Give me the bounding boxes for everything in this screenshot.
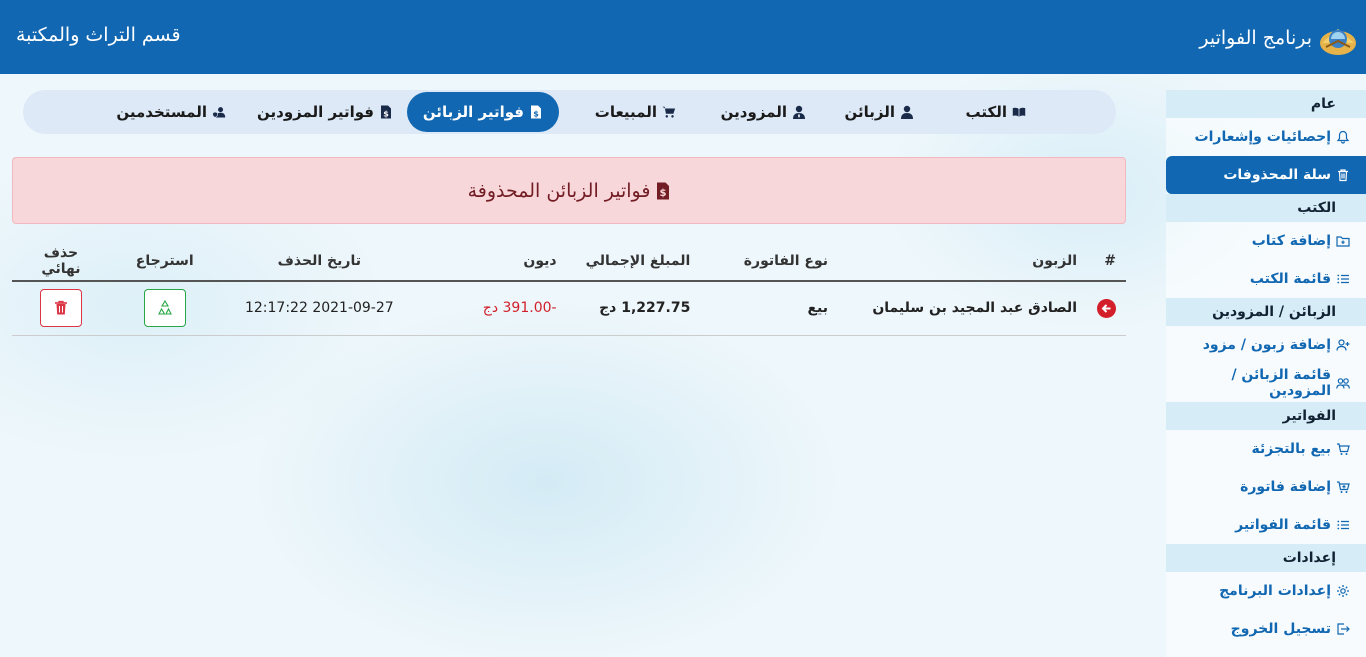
sidebar-item-label: قائمة الفواتير xyxy=(1235,517,1331,533)
sidebar-item-label: إضافة زبون / مزود xyxy=(1202,337,1331,353)
list-icon xyxy=(1336,272,1350,286)
department-title: قسم التراث والمكتبة xyxy=(16,24,181,46)
sidebar-item-label: إعدادات البرنامج xyxy=(1219,583,1331,599)
row-expand-cell xyxy=(1087,281,1126,336)
main-tabs: الكتب الزبائن المزودين المبيعات $ فواتير… xyxy=(23,90,1116,134)
svg-text:$: $ xyxy=(533,110,539,119)
list-icon xyxy=(1336,518,1350,532)
book-icon xyxy=(1012,105,1026,119)
col-deleted-at: تاريخ الحذف xyxy=(219,241,419,282)
tab-label: الزبائن xyxy=(844,103,895,121)
sidebar-item-label: سلة المحذوفات xyxy=(1223,167,1331,183)
user-plus-icon xyxy=(1336,338,1350,352)
table-header-row: # الزبون نوع الفاتورة المبلغ الإجمالي دي… xyxy=(12,241,1126,282)
page-title-alert: $ فواتير الزبائن المحذوفة xyxy=(12,157,1126,224)
sidebar-item-label: تسجيل الخروج xyxy=(1230,621,1331,637)
tab-label: المستخدمين xyxy=(116,103,207,121)
sidebar-item-trash[interactable]: سلة المحذوفات xyxy=(1166,156,1366,194)
svg-text:$: $ xyxy=(660,188,667,199)
top-navbar: برنامج الفواتير قسم التراث والمكتبة xyxy=(0,0,1366,74)
tab-label: فواتير الزبائن xyxy=(422,103,524,121)
cell-debt: -391.00 دج xyxy=(419,281,567,336)
cart-plus-icon xyxy=(1336,480,1350,494)
cell-deleted-at: 2021-09-27 12:17:22 xyxy=(219,281,419,336)
tab-sales[interactable]: المبيعات xyxy=(579,92,692,132)
sidebar-item-label: قائمة الكتب xyxy=(1249,271,1331,287)
cell-invoice-type: بيع xyxy=(700,281,838,336)
folder-plus-icon xyxy=(1336,234,1350,248)
trash-icon xyxy=(1336,168,1350,182)
cell-restore xyxy=(109,281,220,336)
invoice-icon: $ xyxy=(379,105,393,119)
sidebar-item-logout[interactable]: تسجيل الخروج xyxy=(1166,610,1366,648)
col-customer: الزبون xyxy=(837,241,1087,282)
sidebar-item-retail-sale[interactable]: بيع بالتجزئة xyxy=(1166,430,1366,468)
col-total: المبلغ الإجمالي xyxy=(566,241,701,282)
sidebar-item-customer-list[interactable]: قائمة الزبائن / المزودين xyxy=(1166,364,1366,402)
sidebar-item-stats[interactable]: إحصائيات وإشعارات xyxy=(1166,118,1366,156)
sidebar-item-book-list[interactable]: قائمة الكتب xyxy=(1166,260,1366,298)
tab-users[interactable]: المستخدمين xyxy=(100,92,242,132)
sidebar-item-app-settings[interactable]: إعدادات البرنامج xyxy=(1166,572,1366,610)
sidebar-section-invoices: الفواتير xyxy=(1166,402,1366,430)
tab-label: فواتير المزودين xyxy=(257,103,374,121)
tab-customers[interactable]: الزبائن xyxy=(828,92,930,132)
sidebar-item-add-book[interactable]: إضافة كتاب xyxy=(1166,222,1366,260)
delete-permanent-button[interactable] xyxy=(39,289,82,328)
table-row: الصادق عبد المجيد بن سليمان بيع 1,227.75… xyxy=(12,281,1126,336)
sidebar-section-books: الكتب xyxy=(1166,194,1366,222)
tab-suppliers[interactable]: المزودين xyxy=(705,92,822,132)
svg-text:$: $ xyxy=(383,110,389,119)
restore-button[interactable] xyxy=(143,289,186,328)
cart-icon xyxy=(662,105,676,119)
gear-icon xyxy=(1336,584,1350,598)
sidebar-item-add-invoice[interactable]: إضافة فاتورة xyxy=(1166,468,1366,506)
sidebar-item-add-customer[interactable]: إضافة زبون / مزود xyxy=(1166,326,1366,364)
recycle-icon xyxy=(157,300,172,315)
sidebar-item-label: قائمة الزبائن / المزودين xyxy=(1231,367,1331,399)
tab-label: الكتب xyxy=(965,103,1008,121)
app-logo-icon xyxy=(1318,19,1358,57)
page-title: فواتير الزبائن المحذوفة xyxy=(467,179,651,202)
user-shield-icon xyxy=(212,105,226,119)
cell-total: 1,227.75 دج xyxy=(566,281,701,336)
cart-icon xyxy=(1336,442,1350,456)
tab-label: المبيعات xyxy=(594,103,657,121)
tab-label: المزودين xyxy=(720,103,787,121)
arrow-left-circle-icon[interactable] xyxy=(1097,298,1116,318)
sidebar-section-general: عام xyxy=(1166,90,1366,118)
cell-customer: الصادق عبد المجيد بن سليمان xyxy=(837,281,1087,336)
cell-delete xyxy=(12,281,110,336)
col-index: # xyxy=(1087,241,1126,282)
brand[interactable]: برنامج الفواتير xyxy=(1199,18,1358,58)
deleted-invoices-table: # الزبون نوع الفاتورة المبلغ الإجمالي دي… xyxy=(12,241,1126,336)
app-title: برنامج الفواتير xyxy=(1199,27,1312,49)
sidebar-item-label: إضافة فاتورة xyxy=(1240,479,1331,495)
sidebar-item-label: إحصائيات وإشعارات xyxy=(1194,129,1331,145)
logout-icon xyxy=(1336,622,1350,636)
tab-supplier-invoices[interactable]: $ فواتير المزودين xyxy=(241,92,409,132)
col-invoice-type: نوع الفاتورة xyxy=(700,241,838,282)
invoice-icon: $ xyxy=(656,182,670,199)
user-tie-icon xyxy=(792,105,806,119)
user-icon xyxy=(900,105,914,119)
sidebar: عام إحصائيات وإشعارات سلة المحذوفات الكت… xyxy=(1166,90,1366,657)
sidebar-section-customers: الزبائن / المزودين xyxy=(1166,298,1366,326)
users-icon xyxy=(1336,376,1350,390)
trash-icon xyxy=(54,301,67,315)
sidebar-item-label: إضافة كتاب xyxy=(1251,233,1331,249)
tab-customer-invoices[interactable]: $ فواتير الزبائن xyxy=(406,92,559,132)
sidebar-item-invoice-list[interactable]: قائمة الفواتير xyxy=(1166,506,1366,544)
tab-books[interactable]: الكتب xyxy=(950,92,1043,132)
sidebar-section-settings: إعدادات xyxy=(1166,544,1366,572)
col-debt: ديون xyxy=(419,241,567,282)
col-delete-permanent: حذف نهائي xyxy=(12,241,110,282)
col-restore: استرجاع xyxy=(109,241,220,282)
sidebar-item-label: بيع بالتجزئة xyxy=(1251,441,1331,457)
bell-icon xyxy=(1336,130,1350,144)
invoice-icon: $ xyxy=(529,105,543,119)
